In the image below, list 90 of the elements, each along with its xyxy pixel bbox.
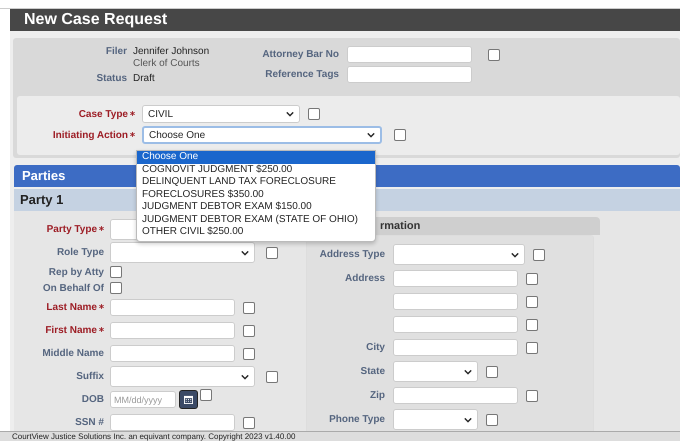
field-label: City [366,342,385,353]
copyright-text: CourtView Justice Solutions Inc. an equivant company. Copyright 2023 v1.40.00 [12,432,296,441]
dropdown-option[interactable]: Choose One [137,151,375,164]
dropdown-option[interactable]: JUDGMENT DEBTOR EXAM (STATE OF OHIO) [137,214,375,226]
field-label: On Behalf Of [42,282,104,294]
window-title: New Case Request [24,11,168,28]
input-field[interactable] [393,339,518,356]
field-label: Zip [370,390,385,401]
field-label: Role Type [56,247,104,258]
checkbox[interactable] [200,389,212,401]
input-field[interactable] [347,46,472,63]
required-icon [99,327,104,332]
input-field[interactable] [393,270,518,287]
field-label: Party Type [46,224,97,235]
checkbox[interactable] [110,266,122,278]
select-field[interactable]: CIVIL [142,105,300,123]
caret-icon [367,132,375,138]
caret-icon [241,374,249,380]
select-field[interactable]: Choose One [142,126,382,144]
field-label: Suffix [76,371,104,382]
field-label: Phone Type [329,414,385,425]
status-value: Draft [133,73,155,85]
dropdown-option[interactable]: OTHER CIVIL $250.00 [137,226,375,238]
required-icon [99,226,104,231]
input-field[interactable] [347,66,472,83]
caret-icon [464,368,472,374]
input-field[interactable] [110,322,235,339]
select-field[interactable] [393,361,478,382]
input-field[interactable] [110,345,235,362]
field-label: Last Name [46,302,97,313]
checkbox[interactable] [243,324,255,336]
select-field[interactable] [110,242,255,263]
filer-role: Clerk of Courts [133,58,201,70]
dropdown-option[interactable]: DELINQUENT LAND TAX FORECLOSURE [137,176,375,188]
field-label: Address [344,273,385,284]
checkbox[interactable] [526,318,538,330]
required-icon [130,132,135,136]
field-label: State [360,366,385,377]
panel-title: rmation [380,220,420,232]
field-label: First Name [45,325,97,336]
calendar-button[interactable] [179,390,198,409]
checkbox[interactable] [266,370,278,382]
required-icon [99,304,104,309]
checkbox[interactable] [243,416,255,428]
required-icon [130,110,135,116]
select-field[interactable] [393,409,478,430]
field-label: Middle Name [42,348,104,359]
field-label: Case Type [78,108,128,120]
input-field[interactable] [393,293,518,310]
checkbox[interactable] [526,272,538,284]
filer-name: Jennifer Johnson [133,46,210,58]
field-label: Attorney Bar No [261,49,339,60]
checkbox[interactable] [526,296,538,308]
checkbox[interactable] [533,248,545,260]
field-label: Filer [104,46,127,59]
dropdown-option[interactable]: FORECLOSURES $350.00 [137,188,375,201]
date-field[interactable]: MM/dd/yyyy [110,391,176,408]
field-label: Rep by Atty [48,266,104,278]
checkbox[interactable] [526,390,538,402]
dropdown-option[interactable]: JUDGMENT DEBTOR EXAM $150.00 [137,201,375,214]
input-field[interactable] [110,414,235,431]
checkbox[interactable] [526,342,538,354]
field-label: Status [95,73,127,85]
section-title: Party 1 [20,192,64,207]
caret-icon [464,416,472,422]
checkbox[interactable] [110,282,122,294]
checkbox[interactable] [488,48,500,60]
field-label: Initiating Action [52,130,128,140]
select-field[interactable] [393,244,525,265]
checkbox[interactable] [394,129,406,141]
checkbox[interactable] [266,246,278,258]
field-label: SSN # [75,417,104,428]
checkbox[interactable] [243,302,255,314]
dropdown-option[interactable]: COGNOVIT JUDGMENT $250.00 [137,164,375,176]
section-title: Parties [22,168,66,183]
input-field[interactable] [393,387,518,404]
input-field[interactable] [110,299,235,316]
checkbox[interactable] [308,108,320,120]
checkbox[interactable] [243,348,255,360]
caret-icon [241,250,249,256]
field-label: Reference Tags [264,69,339,80]
select-field[interactable] [110,366,255,387]
field-label: DOB [82,394,104,405]
calendar-icon [184,395,193,404]
caret-icon [511,252,519,258]
input-field[interactable] [393,316,518,333]
checkbox[interactable] [486,414,498,426]
caret-icon [286,111,294,117]
checkbox[interactable] [486,366,498,378]
field-label: Address Type [320,249,385,260]
